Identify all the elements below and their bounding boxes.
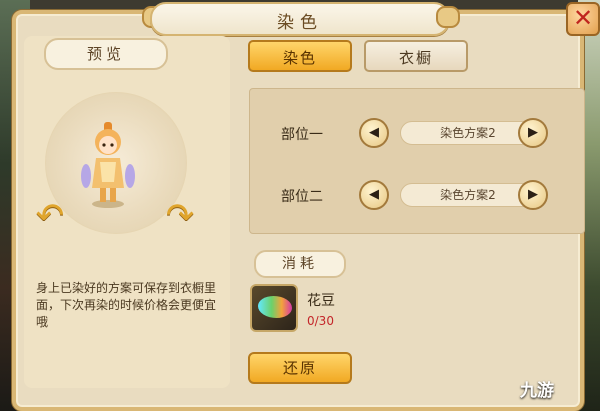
preview-label: 预览 [44, 38, 168, 70]
close-icon: ✕ [572, 4, 594, 32]
rotate-right-icon[interactable]: ↷ [164, 190, 196, 242]
triangle-right-icon: ▶ [528, 187, 538, 202]
tab-wardrobe[interactable]: 衣橱 [364, 40, 468, 72]
cost-label: 消耗 [254, 250, 346, 278]
item-count: 0/30 [307, 314, 334, 328]
part-two-label: 部位二 [281, 189, 323, 205]
part-one-next-button[interactable]: ▶ [518, 118, 548, 148]
dye-parts-box [249, 88, 585, 234]
triangle-left-icon: ◀ [369, 187, 379, 202]
item-name: 花豆 [307, 293, 335, 309]
title-ornament-right [436, 6, 460, 28]
rotate-left-icon[interactable]: ↶ [34, 190, 66, 242]
triangle-right-icon: ▶ [528, 125, 538, 140]
part-one-label: 部位一 [281, 127, 323, 143]
restore-button[interactable]: 还原 [248, 352, 352, 384]
triangle-left-icon: ◀ [369, 125, 379, 140]
close-button[interactable]: ✕ [566, 2, 600, 36]
part-one-value: 染色方案2 [400, 121, 536, 145]
character-avatar[interactable] [78, 118, 138, 210]
title-banner: 染色 [150, 2, 450, 36]
part-two-value: 染色方案2 [400, 183, 536, 207]
part-one-prev-button[interactable]: ◀ [359, 118, 389, 148]
window-title: 染色 [277, 13, 323, 33]
preview-hint-text: 身上已染好的方案可保存到衣橱里面，下次再染的时候价格会更便宜哦 [36, 281, 217, 329]
part-two-prev-button[interactable]: ◀ [359, 180, 389, 210]
flower-bean-item[interactable] [250, 284, 298, 332]
watermark-logo: 九游 [520, 381, 554, 401]
flower-bean-icon [258, 296, 292, 318]
tab-dye[interactable]: 染色 [248, 40, 352, 72]
part-two-next-button[interactable]: ▶ [518, 180, 548, 210]
